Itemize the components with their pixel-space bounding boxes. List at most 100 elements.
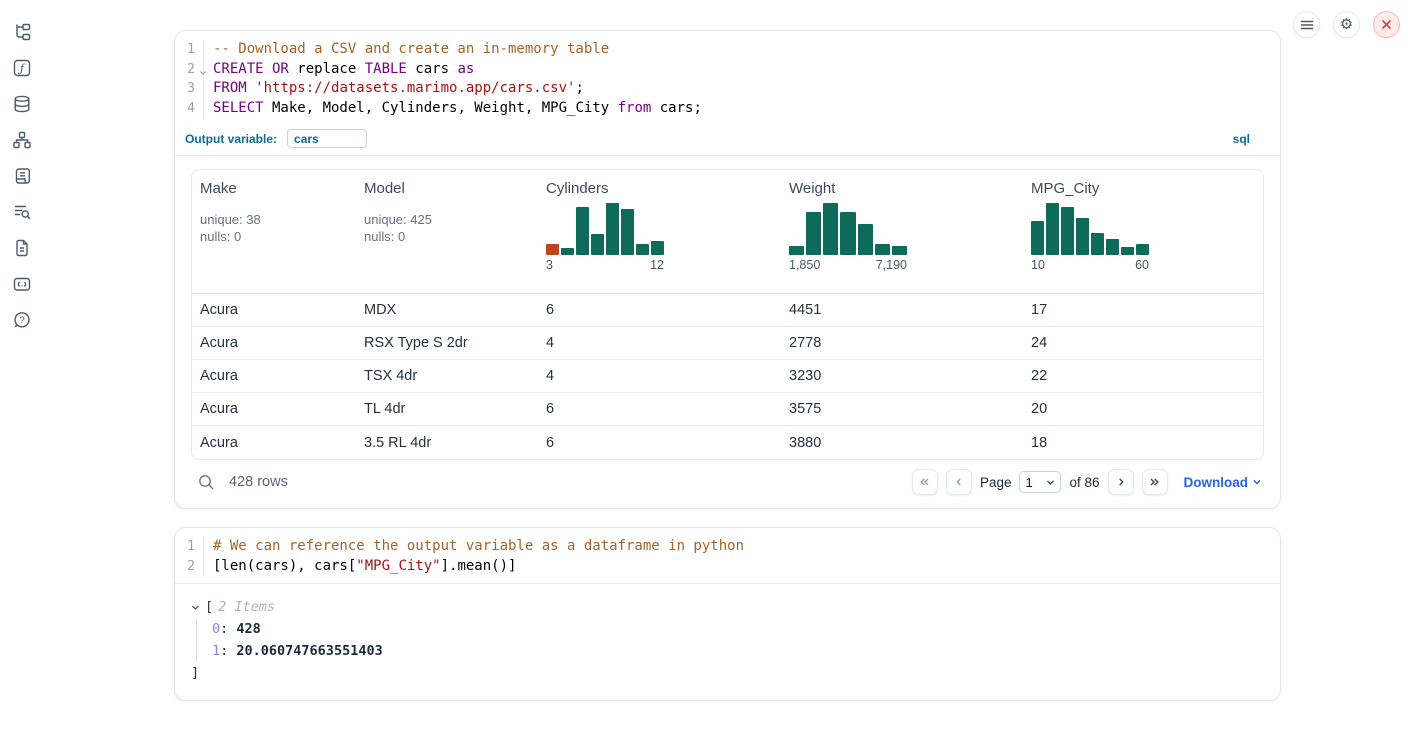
table-cell: 3575 xyxy=(781,401,1023,417)
histogram-bar[interactable] xyxy=(823,203,838,255)
column-header-mpg_city[interactable]: MPG_City1060 xyxy=(1023,170,1263,293)
column-title: Make xyxy=(200,180,348,197)
histogram-bar[interactable] xyxy=(875,244,890,255)
histogram-bar[interactable] xyxy=(1076,218,1089,255)
next-page-button[interactable] xyxy=(1108,469,1134,495)
histogram-bar[interactable] xyxy=(1106,239,1119,255)
python-code-editor[interactable]: 1# We can reference the output variable … xyxy=(175,528,1280,584)
code-text: -- Download a CSV and create an in-memor… xyxy=(203,40,1280,60)
code-line[interactable]: 1# We can reference the output variable … xyxy=(175,537,1280,557)
line-number: 4 xyxy=(175,99,203,119)
function-icon[interactable]: ƒ xyxy=(12,58,32,78)
shutdown-button[interactable] xyxy=(1373,11,1400,38)
table-cell: RSX Type S 2dr xyxy=(356,335,538,351)
table-cell: 3880 xyxy=(781,435,1023,451)
table-row[interactable]: AcuraMDX6445117 xyxy=(192,294,1263,327)
table-cell: 3.5 RL 4dr xyxy=(356,435,538,451)
histogram-min-label: 1,850 xyxy=(789,258,820,272)
histogram-bar[interactable] xyxy=(1091,233,1104,255)
tree-item[interactable]: 0: 428 xyxy=(212,619,1264,640)
page-select[interactable]: 1 xyxy=(1019,471,1061,493)
settings-button[interactable]: ⚙ xyxy=(1333,11,1360,38)
download-button[interactable]: Download xyxy=(1184,475,1263,490)
column-header-make[interactable]: Make unique: 38nulls: 0 xyxy=(192,170,356,293)
histogram-bar[interactable] xyxy=(546,244,559,255)
histogram-max-label: 7,190 xyxy=(876,258,907,272)
histogram-bar[interactable] xyxy=(606,203,619,255)
output-variable-input[interactable] xyxy=(287,129,367,148)
menu-button[interactable] xyxy=(1293,11,1320,38)
help-icon[interactable]: ? xyxy=(12,310,32,330)
svg-text:ƒ: ƒ xyxy=(17,62,26,75)
table-cell: 17 xyxy=(1023,302,1263,318)
logs-search-icon[interactable] xyxy=(12,202,32,222)
code-line[interactable]: 2CREATE OR replace TABLE cars as xyxy=(175,60,1280,80)
table-cell: 6 xyxy=(538,302,781,318)
document-icon[interactable] xyxy=(12,238,32,258)
search-icon[interactable] xyxy=(197,473,215,491)
histogram-bar[interactable] xyxy=(1046,203,1059,255)
column-stat: unique: 425 xyxy=(364,211,530,228)
histogram-bar[interactable] xyxy=(1061,207,1074,255)
data-table: Make unique: 38nulls: 0Modelunique: 425nu… xyxy=(191,169,1264,460)
table-cell: 24 xyxy=(1023,335,1263,351)
sql-code-editor[interactable]: 1-- Download a CSV and create an in-memo… xyxy=(175,31,1280,125)
histogram-bar[interactable] xyxy=(858,224,873,255)
tree-item-value: 20.060747663551403 xyxy=(236,643,382,659)
previous-page-button[interactable] xyxy=(946,469,972,495)
first-page-button[interactable] xyxy=(912,469,938,495)
language-badge: sql xyxy=(1233,132,1268,146)
histogram-bar[interactable] xyxy=(576,207,589,255)
histogram-min-label: 10 xyxy=(1031,258,1045,272)
chevron-down-icon xyxy=(1046,478,1055,487)
histogram-bar[interactable] xyxy=(789,246,804,255)
histogram-bar[interactable] xyxy=(651,241,664,255)
column-stat: unique: 38 xyxy=(200,211,348,228)
histogram-bar[interactable] xyxy=(636,244,649,255)
histogram-bar[interactable] xyxy=(840,212,855,255)
table-cell: TSX 4dr xyxy=(356,368,538,384)
tree-item-colon: : xyxy=(220,643,236,659)
column-title: Weight xyxy=(789,180,1015,197)
table-row[interactable]: AcuraRSX Type S 2dr4277824 xyxy=(192,327,1263,360)
column-header-cylinders[interactable]: Cylinders312 xyxy=(538,170,781,293)
histogram-bar[interactable] xyxy=(806,212,821,255)
histogram-bar[interactable] xyxy=(1136,244,1149,255)
dependency-graph-icon[interactable] xyxy=(12,130,32,150)
code-line[interactable]: 4SELECT Make, Model, Cylinders, Weight, … xyxy=(175,99,1280,119)
histogram-bar[interactable] xyxy=(892,246,907,255)
snippets-icon[interactable] xyxy=(12,274,32,294)
table-cell: Acura xyxy=(192,435,356,451)
histogram-axis-labels: 1,850 7,190 xyxy=(789,258,907,272)
code-line[interactable]: 1-- Download a CSV and create an in-memo… xyxy=(175,40,1280,60)
table-cell: 6 xyxy=(538,401,781,417)
tree-item[interactable]: 1: 20.060747663551403 xyxy=(212,641,1264,662)
column-header-weight[interactable]: Weight 1,850 7,190 xyxy=(781,170,1023,293)
scroll-icon[interactable] xyxy=(12,166,32,186)
table-row[interactable]: AcuraTSX 4dr4323022 xyxy=(192,360,1263,393)
line-number: 2 xyxy=(175,557,203,577)
tree-item-colon: : xyxy=(220,621,236,637)
table-row[interactable]: Acura3.5 RL 4dr6388018 xyxy=(192,426,1263,459)
database-icon[interactable] xyxy=(12,94,32,114)
table-body: AcuraMDX6445117AcuraRSX Type S 2dr427782… xyxy=(192,294,1263,459)
histogram-bar[interactable] xyxy=(1031,221,1044,255)
table-row[interactable]: AcuraTL 4dr6357520 xyxy=(192,393,1263,426)
tree-collapse-icon[interactable] xyxy=(191,603,200,612)
histogram-bar[interactable] xyxy=(561,248,574,255)
gear-icon: ⚙ xyxy=(1340,17,1353,32)
code-line[interactable]: 3FROM 'https://datasets.marimo.app/cars.… xyxy=(175,79,1280,99)
file-tree-icon[interactable] xyxy=(12,22,32,42)
column-title: Cylinders xyxy=(546,180,773,197)
last-page-button[interactable] xyxy=(1142,469,1168,495)
window-controls: ⚙ xyxy=(1293,11,1400,38)
histogram-bar[interactable] xyxy=(621,209,634,255)
python-cell-output: [ 2 Items 0: 4281: 20.060747663551403 ] xyxy=(175,584,1280,700)
histogram-bar[interactable] xyxy=(1121,247,1134,255)
left-sidebar: ƒ? xyxy=(0,0,44,729)
column-header-model[interactable]: Modelunique: 425nulls: 0 xyxy=(356,170,538,293)
histogram-bar[interactable] xyxy=(591,234,604,255)
line-number: 1 xyxy=(175,537,203,557)
code-line[interactable]: 2[len(cars), cars["MPG_City"].mean()] xyxy=(175,557,1280,577)
column-stats: unique: 38nulls: 0 xyxy=(200,211,348,245)
